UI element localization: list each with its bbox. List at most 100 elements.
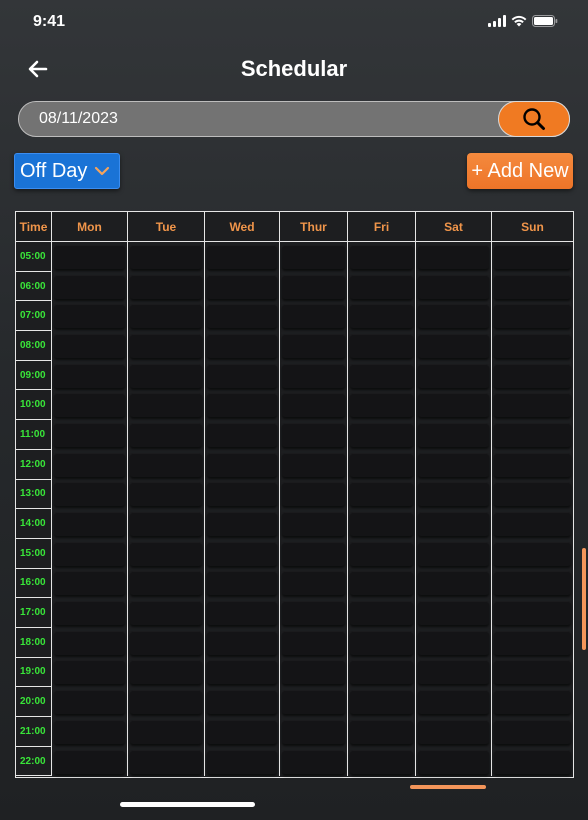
time-slot-sun[interactable]: [494, 630, 571, 655]
time-slot-tue[interactable]: [130, 601, 202, 626]
time-slot-sat[interactable]: [418, 452, 489, 477]
time-slot-fri[interactable]: [350, 541, 413, 566]
time-slot-sat[interactable]: [418, 719, 489, 744]
time-slot-fri[interactable]: [350, 512, 413, 537]
time-slot-wed[interactable]: [207, 482, 277, 507]
search-button[interactable]: [498, 101, 570, 137]
time-slot-fri[interactable]: [350, 690, 413, 715]
time-slot-fri[interactable]: [350, 422, 413, 447]
time-slot-sat[interactable]: [418, 274, 489, 299]
time-slot-wed[interactable]: [207, 541, 277, 566]
time-slot-sun[interactable]: [494, 333, 571, 358]
time-slot-tue[interactable]: [130, 719, 202, 744]
time-slot-sat[interactable]: [418, 393, 489, 418]
time-slot-thur[interactable]: [282, 512, 345, 537]
time-slot-sun[interactable]: [494, 719, 571, 744]
time-slot-wed[interactable]: [207, 601, 277, 626]
time-slot-fri[interactable]: [350, 660, 413, 685]
time-slot-wed[interactable]: [207, 393, 277, 418]
time-slot-thur[interactable]: [282, 393, 345, 418]
time-slot-sat[interactable]: [418, 749, 489, 774]
time-slot-thur[interactable]: [282, 660, 345, 685]
off-day-dropdown[interactable]: Off Day: [14, 153, 120, 189]
time-slot-sun[interactable]: [494, 393, 571, 418]
time-slot-sat[interactable]: [418, 571, 489, 596]
time-slot-sat[interactable]: [418, 541, 489, 566]
time-slot-mon[interactable]: [54, 541, 125, 566]
time-slot-tue[interactable]: [130, 482, 202, 507]
time-slot-fri[interactable]: [350, 244, 413, 269]
time-slot-fri[interactable]: [350, 363, 413, 388]
add-new-button[interactable]: + Add New: [467, 153, 573, 189]
time-slot-wed[interactable]: [207, 660, 277, 685]
time-slot-sun[interactable]: [494, 482, 571, 507]
horizontal-scrollbar[interactable]: [410, 785, 486, 789]
time-slot-wed[interactable]: [207, 274, 277, 299]
time-slot-thur[interactable]: [282, 333, 345, 358]
time-slot-sun[interactable]: [494, 274, 571, 299]
time-slot-sat[interactable]: [418, 690, 489, 715]
time-slot-tue[interactable]: [130, 512, 202, 537]
time-slot-tue[interactable]: [130, 541, 202, 566]
time-slot-tue[interactable]: [130, 304, 202, 329]
time-slot-fri[interactable]: [350, 333, 413, 358]
time-slot-thur[interactable]: [282, 482, 345, 507]
time-slot-tue[interactable]: [130, 571, 202, 596]
time-slot-thur[interactable]: [282, 274, 345, 299]
time-slot-thur[interactable]: [282, 422, 345, 447]
time-slot-sat[interactable]: [418, 482, 489, 507]
time-slot-mon[interactable]: [54, 244, 125, 269]
time-slot-tue[interactable]: [130, 690, 202, 715]
time-slot-tue[interactable]: [130, 333, 202, 358]
time-slot-fri[interactable]: [350, 601, 413, 626]
time-slot-mon[interactable]: [54, 660, 125, 685]
time-slot-thur[interactable]: [282, 363, 345, 388]
time-slot-sat[interactable]: [418, 512, 489, 537]
time-slot-sun[interactable]: [494, 749, 571, 774]
time-slot-mon[interactable]: [54, 749, 125, 774]
time-slot-mon[interactable]: [54, 304, 125, 329]
time-slot-sat[interactable]: [418, 363, 489, 388]
time-slot-sun[interactable]: [494, 541, 571, 566]
time-slot-tue[interactable]: [130, 363, 202, 388]
time-slot-mon[interactable]: [54, 333, 125, 358]
time-slot-mon[interactable]: [54, 630, 125, 655]
time-slot-thur[interactable]: [282, 452, 345, 477]
time-slot-tue[interactable]: [130, 393, 202, 418]
time-slot-tue[interactable]: [130, 274, 202, 299]
time-slot-sun[interactable]: [494, 244, 571, 269]
time-slot-fri[interactable]: [350, 393, 413, 418]
time-slot-thur[interactable]: [282, 630, 345, 655]
time-slot-mon[interactable]: [54, 274, 125, 299]
time-slot-wed[interactable]: [207, 512, 277, 537]
time-slot-fri[interactable]: [350, 452, 413, 477]
time-slot-wed[interactable]: [207, 749, 277, 774]
time-slot-sun[interactable]: [494, 452, 571, 477]
time-slot-sun[interactable]: [494, 304, 571, 329]
time-slot-sun[interactable]: [494, 422, 571, 447]
time-slot-thur[interactable]: [282, 601, 345, 626]
time-slot-fri[interactable]: [350, 482, 413, 507]
time-slot-thur[interactable]: [282, 749, 345, 774]
time-slot-wed[interactable]: [207, 571, 277, 596]
time-slot-sat[interactable]: [418, 601, 489, 626]
time-slot-mon[interactable]: [54, 601, 125, 626]
time-slot-mon[interactable]: [54, 482, 125, 507]
time-slot-fri[interactable]: [350, 304, 413, 329]
vertical-scrollbar[interactable]: [582, 548, 586, 650]
time-slot-sun[interactable]: [494, 571, 571, 596]
time-slot-wed[interactable]: [207, 452, 277, 477]
time-slot-thur[interactable]: [282, 690, 345, 715]
time-slot-tue[interactable]: [130, 660, 202, 685]
time-slot-sun[interactable]: [494, 690, 571, 715]
time-slot-sat[interactable]: [418, 333, 489, 358]
time-slot-mon[interactable]: [54, 393, 125, 418]
time-slot-thur[interactable]: [282, 244, 345, 269]
time-slot-tue[interactable]: [130, 630, 202, 655]
time-slot-mon[interactable]: [54, 452, 125, 477]
time-slot-thur[interactable]: [282, 571, 345, 596]
date-search-input[interactable]: [39, 102, 499, 136]
time-slot-wed[interactable]: [207, 363, 277, 388]
time-slot-thur[interactable]: [282, 541, 345, 566]
time-slot-wed[interactable]: [207, 719, 277, 744]
